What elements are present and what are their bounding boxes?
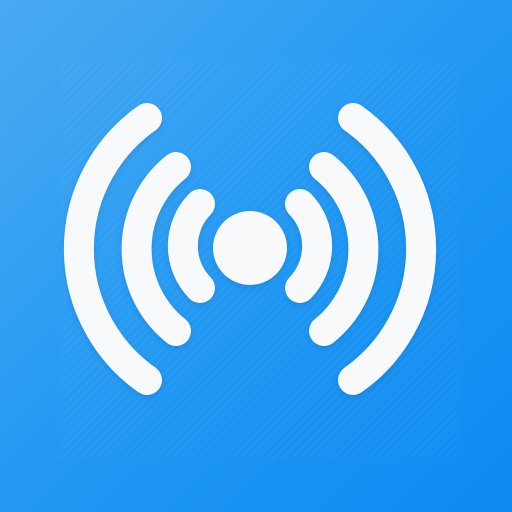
hotspot-broadcast-icon [63, 103, 437, 395]
signal-wave-right-inner [285, 189, 333, 303]
app-icon-tile [0, 0, 512, 512]
signal-wave-left-inner [167, 189, 215, 303]
broadcast-center-dot [213, 211, 287, 285]
